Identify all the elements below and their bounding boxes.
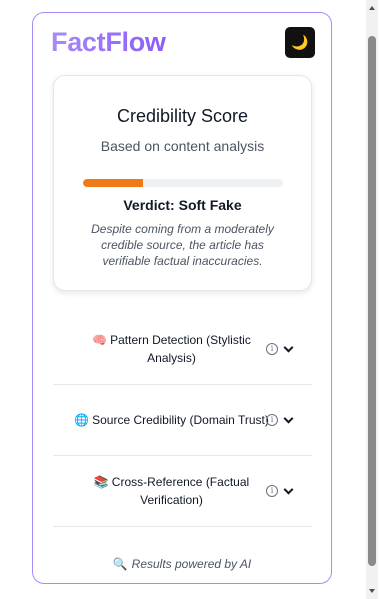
extension-panel: FactFlow 🌙 Credibility Score Based on co… [32,12,332,584]
info-icon[interactable]: i [266,414,278,426]
theme-toggle-button[interactable]: 🌙 [285,27,315,58]
credibility-progress-fill [83,179,143,187]
section-cross-reference[interactable]: 📚 Cross-Reference (Factual Verification) … [53,456,312,527]
scrollbar-thumb[interactable] [368,36,376,566]
magnifier-icon: 🔍 [112,557,128,571]
credibility-progress-bar [83,179,283,187]
score-subtitle: Based on content analysis [100,138,265,154]
section-title: Pattern Detection (Stylistic Analysis) [110,333,251,365]
footer: 🔍 Results powered by AI [33,557,331,571]
section-label: 🧠 Pattern Detection (Stylistic Analysis) [73,331,270,367]
credibility-score-card: Credibility Score Based on content analy… [53,75,312,291]
section-title: Source Credibility (Domain Trust) [92,413,269,427]
analysis-accordion: 🧠 Pattern Detection (Stylistic Analysis) … [53,314,312,527]
section-title: Cross-Reference (Factual Verification) [111,475,250,507]
books-icon: 📚 [93,475,109,489]
globe-icon: 🌐 [74,413,90,427]
verdict-explanation: Despite coming from a moderately credibl… [91,222,274,268]
info-icon[interactable]: i [266,343,278,355]
chevron-down-icon[interactable] [283,413,294,424]
app-logo: FactFlow [51,27,166,57]
info-icon[interactable]: i [266,485,278,497]
score-title: Credibility Score [116,106,249,126]
moon-icon: 🌙 [291,34,309,50]
scroll-down-arrow-icon[interactable] [369,589,375,593]
section-pattern-detection[interactable]: 🧠 Pattern Detection (Stylistic Analysis) … [53,314,312,385]
verdict-text: Verdict: Soft Fake [123,197,242,213]
footer-text: Results powered by AI [131,557,252,571]
section-source-credibility[interactable]: 🌐 Source Credibility (Domain Trust) i [53,385,312,456]
header: FactFlow 🌙 [51,27,315,61]
brain-icon: 🧠 [92,333,108,347]
section-label: 🌐 Source Credibility (Domain Trust) [73,411,270,429]
scroll-up-arrow-icon[interactable] [369,6,375,10]
chevron-down-icon[interactable] [283,342,294,353]
section-label: 📚 Cross-Reference (Factual Verification) [73,473,270,509]
scrollbar[interactable] [366,0,378,599]
chevron-down-icon[interactable] [283,484,294,495]
